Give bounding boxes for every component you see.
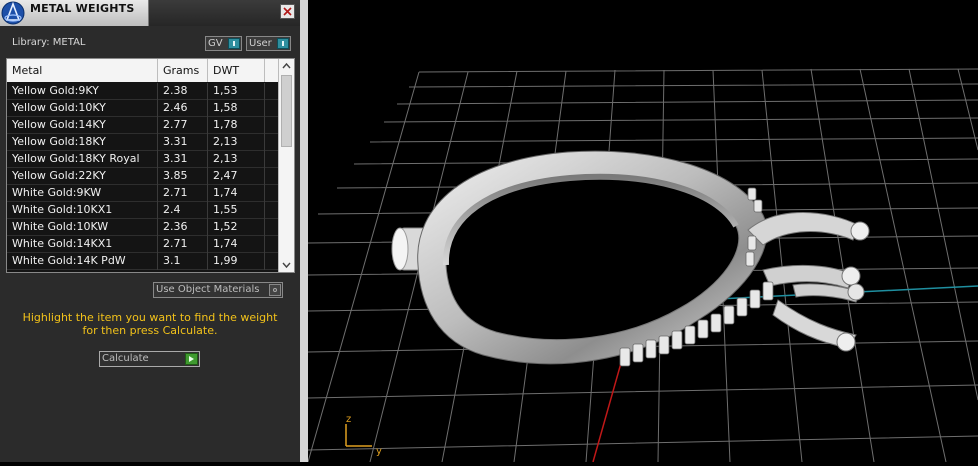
dwt-cell: 1,74 <box>208 185 265 202</box>
user-toggle[interactable]: User <box>246 36 291 51</box>
grams-cell: 3.85 <box>158 168 208 185</box>
grams-cell: 2.71 <box>158 185 208 202</box>
calculate-button[interactable]: Calculate <box>99 351 200 367</box>
grams-cell: 3.31 <box>158 151 208 168</box>
table-row[interactable]: White Gold:14KX1 2.71 1,74 <box>7 236 278 253</box>
library-label: Library: METAL <box>12 37 86 48</box>
app-logo-icon <box>1 1 25 25</box>
instruction-text: Highlight the item you want to find the … <box>10 311 290 337</box>
grams-cell: 3.31 <box>158 134 208 151</box>
table-row[interactable]: Yellow Gold:22KY 3.85 2,47 <box>7 168 278 185</box>
metal-cell: White Gold:9KW <box>7 185 158 202</box>
dwt-cell: 2,13 <box>208 134 265 151</box>
gv-toggle[interactable]: GV <box>205 36 242 51</box>
table-body: Yellow Gold:9KY 2.38 1,53 Yellow Gold:10KY… <box>7 83 278 270</box>
scrollbar-thumb[interactable] <box>281 75 292 147</box>
metal-cell: Yellow Gold:14KY <box>7 117 158 134</box>
table-row[interactable]: White Gold:10KW 2.36 1,52 <box>7 219 278 236</box>
metal-cell: White Gold:14K PdW <box>7 253 158 270</box>
table-row[interactable]: Yellow Gold:18KY Royal 3.31 2,13 <box>7 151 278 168</box>
dwt-cell: 1,99 <box>208 253 265 270</box>
table-row[interactable]: Yellow Gold:10KY 2.46 1,58 <box>7 100 278 117</box>
close-button[interactable] <box>280 4 295 19</box>
user-toggle-label: User <box>249 38 272 49</box>
close-icon <box>283 7 292 16</box>
column-header-grams[interactable]: Grams <box>158 59 208 82</box>
table-scrollbar[interactable] <box>278 59 294 272</box>
dwt-cell: 1,78 <box>208 117 265 134</box>
grams-cell: 2.4 <box>158 202 208 219</box>
axis-z-label: z <box>346 414 351 425</box>
dwt-cell: 2,47 <box>208 168 265 185</box>
metal-cell: Yellow Gold:18KY Royal <box>7 151 158 168</box>
grams-cell: 2.38 <box>158 83 208 100</box>
panel-title: METAL WEIGHTS <box>30 2 135 15</box>
metal-cell: Yellow Gold:18KY <box>7 134 158 151</box>
metal-cell: Yellow Gold:10KY <box>7 100 158 117</box>
grams-cell: 2.36 <box>158 219 208 236</box>
grams-cell: 3.1 <box>158 253 208 270</box>
dwt-cell: 1,52 <box>208 219 265 236</box>
grams-cell: 2.71 <box>158 236 208 253</box>
grams-cell: 2.77 <box>158 117 208 134</box>
use-object-materials-toggle[interactable]: Use Object Materials <box>153 282 283 298</box>
metal-cell: White Gold:10KX1 <box>7 202 158 219</box>
table-row[interactable]: White Gold:9KW 2.71 1,74 <box>7 185 278 202</box>
3d-viewport[interactable]: z y <box>307 0 978 463</box>
metal-cell: Yellow Gold:9KY <box>7 83 158 100</box>
toggle-on-icon <box>277 38 289 49</box>
table-row[interactable]: White Gold:14K PdW 3.1 1,99 <box>7 253 278 270</box>
table-row[interactable]: Yellow Gold:18KY 3.31 2,13 <box>7 134 278 151</box>
table-row[interactable]: Yellow Gold:9KY 2.38 1,53 <box>7 83 278 100</box>
metal-cell: Yellow Gold:22KY <box>7 168 158 185</box>
play-arrow-icon <box>185 353 198 365</box>
axis-y-label: y <box>376 446 382 457</box>
table-row[interactable]: White Gold:10KX1 2.4 1,55 <box>7 202 278 219</box>
scroll-down-arrow-icon[interactable] <box>279 258 294 272</box>
table-row[interactable]: Yellow Gold:14KY 2.77 1,78 <box>7 117 278 134</box>
instruction-line-2: for then press Calculate. <box>82 324 218 337</box>
dwt-cell: 1,55 <box>208 202 265 219</box>
viewport-scene: z y <box>307 68 978 463</box>
calculate-label: Calculate <box>102 353 149 364</box>
table-header: Metal Grams DWT <box>7 59 278 82</box>
ring-model <box>391 150 870 367</box>
use-object-materials-label: Use Object Materials <box>156 284 260 295</box>
toggle-on-icon <box>228 38 240 49</box>
metal-weights-panel: METAL WEIGHTS Library: METAL GV User Met… <box>0 0 300 462</box>
dwt-cell: 2,13 <box>208 151 265 168</box>
title-tab: METAL WEIGHTS <box>0 0 149 26</box>
metal-weights-table: Metal Grams DWT Yellow Gold:9KY 2.38 1,53 … <box>6 58 295 273</box>
column-header-dwt[interactable]: DWT <box>208 59 265 82</box>
panel-titlebar: METAL WEIGHTS <box>0 0 300 26</box>
metal-cell: White Gold:10KW <box>7 219 158 236</box>
dwt-cell: 1,74 <box>208 236 265 253</box>
instruction-line-1: Highlight the item you want to find the … <box>22 311 278 324</box>
scroll-up-arrow-icon[interactable] <box>279 59 294 73</box>
metal-cell: White Gold:14KX1 <box>7 236 158 253</box>
dwt-cell: 1,53 <box>208 83 265 100</box>
dwt-cell: 1,58 <box>208 100 265 117</box>
column-header-metal[interactable]: Metal <box>7 59 158 82</box>
gv-toggle-label: GV <box>208 38 223 49</box>
grams-cell: 2.46 <box>158 100 208 117</box>
toggle-off-icon <box>269 284 281 296</box>
panel-splitter[interactable] <box>300 0 308 462</box>
